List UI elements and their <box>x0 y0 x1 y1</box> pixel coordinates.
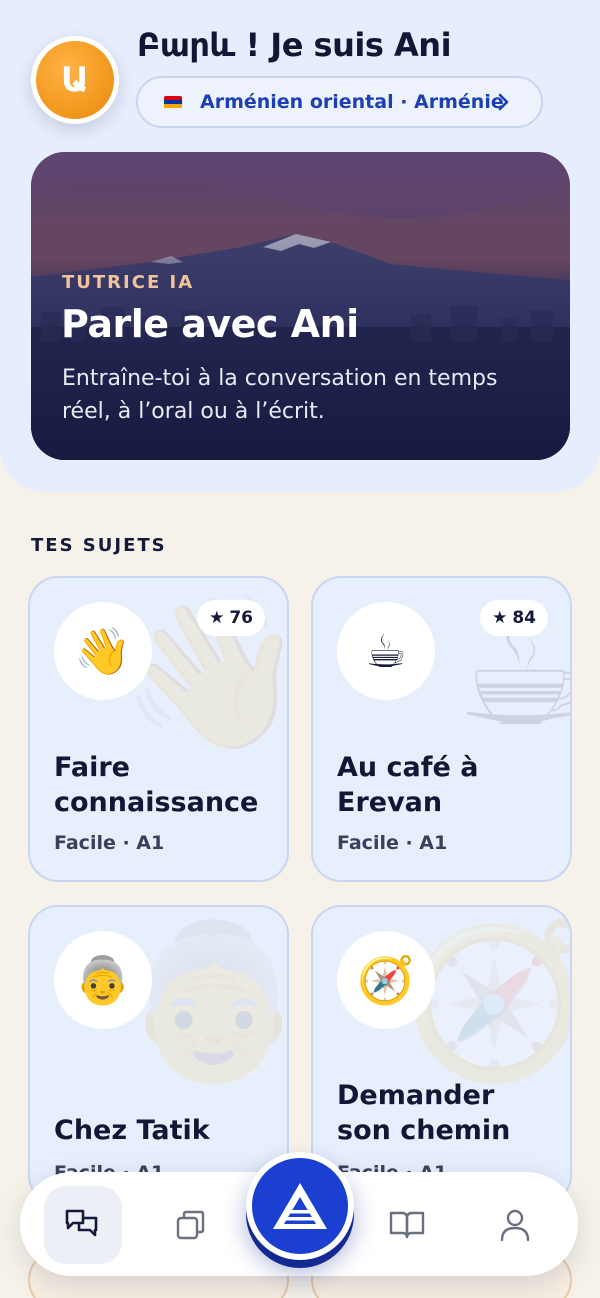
hero-title: Parle avec Ani <box>61 302 359 346</box>
profile-icon <box>500 1209 530 1242</box>
topic-name: Chez Tatik <box>54 1115 210 1146</box>
tutor-avatar[interactable]: Ա <box>31 36 119 124</box>
topic-name: Demander son chemin <box>337 1080 511 1146</box>
star-icon: ★ <box>209 608 225 628</box>
topic-card[interactable]: 🧭 🧭 Demander son chemin Facile · A1 <box>311 905 572 1205</box>
language-selector[interactable]: Arménien oriental · Arménie <box>136 76 543 128</box>
armenia-flag-icon <box>164 95 182 109</box>
score-badge: ★ 76 <box>197 600 265 636</box>
topic-level: Facile · A1 <box>54 832 165 854</box>
home-button[interactable] <box>246 1152 354 1260</box>
topic-card[interactable]: ☕ ☕ ★ 84 Au café à Erevan Facile · A1 <box>311 576 572 882</box>
tab-chat[interactable] <box>44 1186 122 1264</box>
topic-level: Facile · A1 <box>337 832 448 854</box>
grandmother-icon: 👵 <box>74 952 132 1007</box>
topic-card[interactable]: 👵 👵 Chez Tatik Facile · A1 <box>28 905 289 1205</box>
ai-tutor-hero-card[interactable]: TUTRICE IA Parle avec Ani Entraîne-toi à… <box>31 152 570 460</box>
topics-section-label: TES SUJETS <box>31 535 167 556</box>
language-label: Arménien oriental · Arménie <box>200 91 504 113</box>
topic-emoji: 👵 <box>54 931 152 1029</box>
topic-card[interactable]: 👋 👋 ★ 76 Faire connaissance Facile · A1 <box>28 576 289 882</box>
coffee-cup-icon: ☕ <box>365 624 407 678</box>
score-value: 76 <box>229 608 253 628</box>
topic-emoji: 🧭 <box>337 931 435 1029</box>
topic-name: Faire connaissance <box>54 752 259 818</box>
home-logo-icon <box>273 1183 327 1229</box>
tab-lessons[interactable] <box>368 1186 446 1264</box>
topic-name: Au café à Erevan <box>337 752 479 818</box>
book-icon <box>389 1211 425 1239</box>
avatar-letter: Ա <box>61 60 89 100</box>
cards-icon <box>176 1210 205 1240</box>
chevron-right-icon <box>497 90 511 119</box>
topic-emoji: 👋 <box>54 602 152 700</box>
topic-emoji: ☕ <box>337 602 435 700</box>
hero-eyebrow: TUTRICE IA <box>62 272 195 293</box>
score-badge: ★ 84 <box>480 600 548 636</box>
score-value: 84 <box>512 608 536 628</box>
waving-hand-icon: 👋 <box>74 623 132 678</box>
compass-icon: 🧭 <box>357 952 415 1007</box>
star-icon: ★ <box>492 608 508 628</box>
tab-profile[interactable] <box>476 1186 554 1264</box>
hero-subtitle: Entraîne-toi à la conversation en temps … <box>62 366 498 424</box>
greeting-title: Բարև ! Je suis Ani <box>137 26 452 64</box>
chat-icon <box>65 1209 98 1237</box>
tab-flashcards[interactable] <box>152 1186 230 1264</box>
